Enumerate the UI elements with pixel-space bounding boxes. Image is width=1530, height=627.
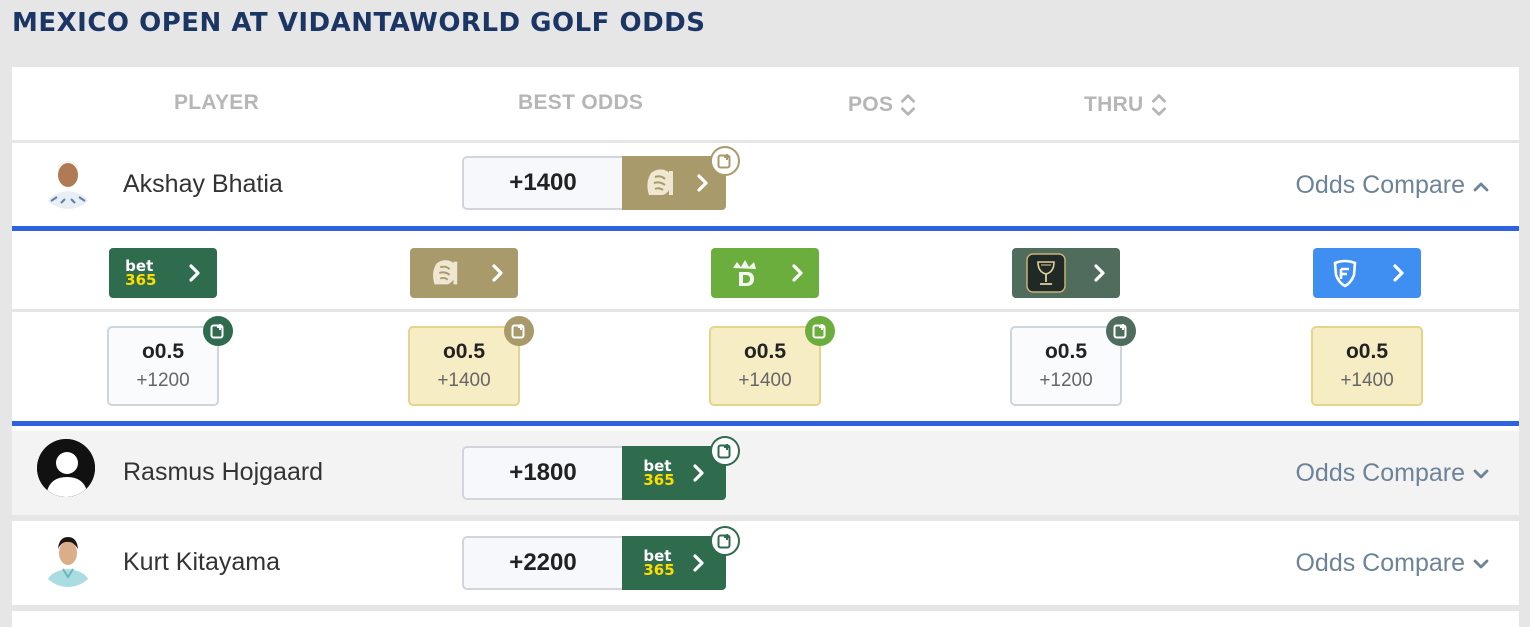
odds-table: PLAYER BEST ODDS POS THRU Akshay Bhatia … [12, 67, 1519, 627]
prop-odds-button[interactable]: o0.5 +1200 [1010, 316, 1136, 406]
row-divider [12, 605, 1519, 611]
prop-odds: +1200 [1039, 370, 1093, 391]
prop-odds: +1400 [437, 370, 491, 391]
chevron-right-icon [791, 264, 803, 282]
add-bet-icon[interactable] [710, 436, 740, 466]
avatar-placeholder-icon [37, 439, 95, 497]
mgm-lion-logo-icon [647, 169, 673, 195]
prop-odds: +1400 [1340, 370, 1394, 391]
chevron-right-icon [491, 264, 503, 282]
caesars-book-button[interactable] [1012, 248, 1120, 298]
sort-icon[interactable] [1150, 91, 1168, 119]
add-bet-icon[interactable] [805, 316, 835, 346]
prop-odds: +1200 [136, 370, 190, 391]
prop-odds-button[interactable]: o0.5 +1400 [1311, 326, 1423, 406]
sportsbook-row: bet 365 [12, 233, 1519, 312]
bet365-logo-icon: bet 365 [643, 547, 675, 579]
fanduel-book-button[interactable] [1313, 248, 1421, 298]
page-title: MEXICO OPEN AT VIDANTAWORLD GOLF ODDS [12, 8, 706, 38]
col-pos[interactable]: POS [848, 91, 917, 119]
bet365-book-button[interactable]: bet 365 [109, 248, 217, 298]
best-odds-value: +1400 [509, 169, 577, 196]
prop-odds-button[interactable]: o0.5 +1200 [107, 316, 233, 406]
chevron-up-icon [1473, 182, 1489, 191]
prop-line: o0.5 [1044, 340, 1088, 363]
avatar [39, 529, 97, 587]
player-name[interactable]: Kurt Kitayama [123, 548, 280, 577]
add-bet-icon[interactable] [504, 316, 534, 346]
draftkings-crown-logo-icon [732, 260, 756, 286]
expanded-divider [12, 226, 1519, 231]
col-player: PLAYER [174, 91, 260, 114]
col-best-odds: BEST ODDS [518, 91, 644, 114]
odds-compare-toggle[interactable]: Odds Compare [1295, 171, 1489, 200]
odds-compare-toggle[interactable]: Odds Compare [1295, 549, 1489, 578]
odds-compare-toggle[interactable]: Odds Compare [1295, 459, 1489, 488]
fanduel-shield-logo-icon [1333, 259, 1357, 288]
best-odds-value: +2200 [509, 549, 577, 576]
prop-line: o0.5 [743, 340, 787, 363]
chevron-right-icon [693, 554, 704, 572]
sort-icon[interactable] [899, 91, 917, 119]
add-bet-icon[interactable] [1106, 316, 1136, 346]
bet365-logo-icon: bet 365 [125, 257, 157, 289]
bet365-logo-icon: bet 365 [643, 457, 675, 489]
prop-line: o0.5 [141, 340, 185, 363]
chevron-right-icon [1094, 264, 1105, 282]
betmgm-book-button[interactable] [410, 248, 518, 298]
chevron-right-icon [1393, 264, 1404, 282]
chevron-right-icon [189, 264, 200, 282]
prop-line: o0.5 [442, 340, 486, 363]
add-bet-icon[interactable] [710, 526, 740, 556]
mgm-lion-logo-icon [432, 260, 457, 285]
player-row[interactable]: Rasmus Hojgaard +1800 bet 365 Odds Compar… [12, 431, 1519, 515]
props-row: o0.5 +1200 o0.5 +1400 o0.5 +1400 o0.5 +1… [12, 312, 1519, 420]
add-bet-icon[interactable] [203, 316, 233, 346]
draftkings-book-button[interactable] [711, 248, 819, 298]
chevron-right-icon [693, 464, 704, 482]
chevron-down-icon [1473, 469, 1489, 478]
add-bet-icon[interactable] [710, 146, 740, 176]
col-thru[interactable]: THRU [1084, 91, 1168, 119]
player-row[interactable]: Kurt Kitayama +2200 bet 365 Odds Compare [12, 521, 1519, 605]
avatar [39, 151, 97, 209]
prop-odds-button[interactable]: o0.5 +1400 [709, 316, 835, 406]
prop-odds: +1400 [738, 370, 792, 391]
prop-line: o0.5 [1345, 340, 1389, 363]
prop-odds-button[interactable]: o0.5 +1400 [408, 316, 534, 406]
best-odds-button[interactable]: +1400 [462, 146, 740, 210]
player-name[interactable]: Rasmus Hojgaard [123, 458, 323, 487]
best-odds-value: +1800 [509, 459, 577, 486]
best-odds-button[interactable]: +2200 bet 365 [462, 526, 740, 590]
chevron-down-icon [1473, 559, 1489, 568]
caesars-chalice-logo-icon [1026, 253, 1066, 293]
table-header: PLAYER BEST ODDS POS THRU [12, 67, 1519, 143]
expanded-divider [12, 421, 1519, 426]
best-odds-button[interactable]: +1800 bet 365 [462, 436, 740, 500]
player-name[interactable]: Akshay Bhatia [123, 170, 283, 199]
chevron-right-icon [697, 174, 708, 192]
player-row[interactable]: Akshay Bhatia +1400 Odds Compare [12, 143, 1519, 225]
